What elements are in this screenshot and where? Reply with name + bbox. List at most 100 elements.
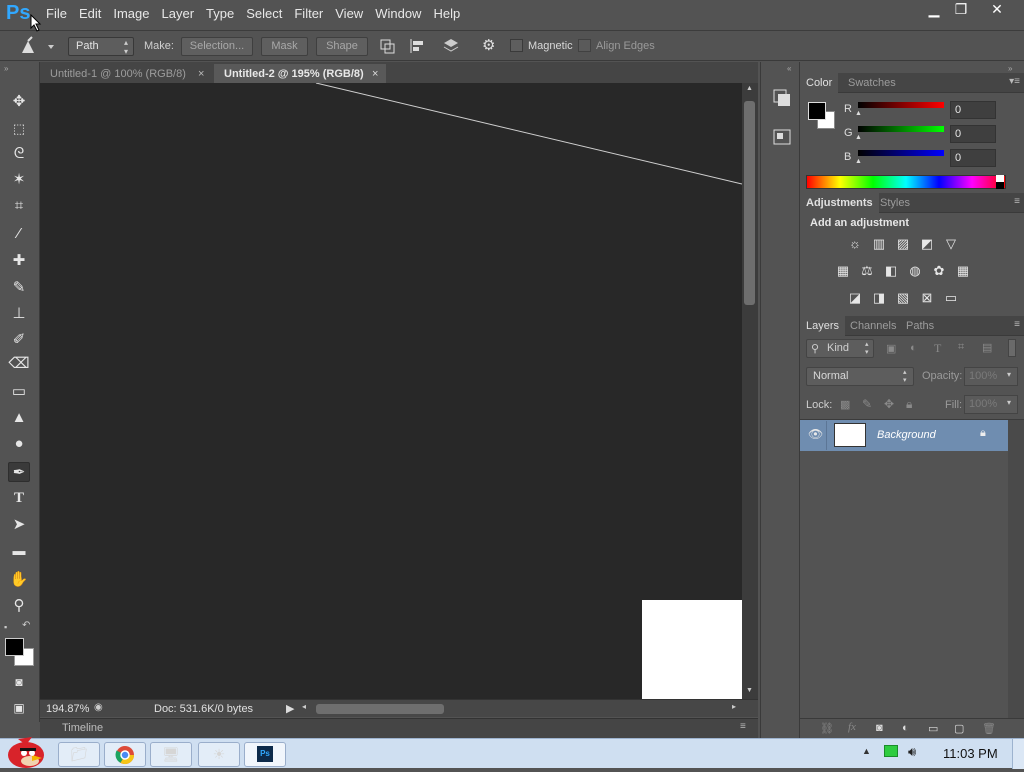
taskbar-clock[interactable]: 11:03 PM: [943, 746, 998, 761]
channel-mixer-icon[interactable]: ✿: [931, 264, 947, 278]
path-alignment-icon[interactable]: [408, 37, 428, 55]
opacity-field[interactable]: 100% ▾: [964, 367, 1018, 386]
lock-image-icon[interactable]: ✎: [862, 397, 872, 411]
default-colors-icon[interactable]: ▪: [4, 622, 7, 632]
menu-file[interactable]: File: [46, 6, 78, 21]
collapse-panels-icon[interactable]: »: [1008, 64, 1012, 73]
selective-color-icon[interactable]: ⊠: [919, 291, 935, 305]
photo-filter-icon[interactable]: ◍: [907, 264, 923, 278]
dodge-tool-icon[interactable]: ●: [8, 434, 30, 454]
magnetic-checkbox[interactable]: [510, 39, 523, 52]
scroll-right-icon[interactable]: ▸: [732, 702, 736, 711]
make-shape-button[interactable]: Shape: [316, 37, 368, 56]
slider-thumb[interactable]: ▲: [855, 110, 862, 117]
path-operations-icon[interactable]: [378, 37, 398, 55]
tab-paths[interactable]: Paths: [900, 316, 940, 336]
make-mask-button[interactable]: Mask: [261, 37, 308, 56]
color-balance-icon[interactable]: ⚖: [859, 264, 875, 278]
collapse-toolbox-icon[interactable]: »: [4, 64, 8, 73]
slider-thumb[interactable]: ▲: [855, 158, 862, 165]
tab-untitled-1[interactable]: Untitled-1 @ 100% (RGB/8) ×: [40, 64, 212, 84]
vertical-scroll-thumb[interactable]: [744, 101, 755, 305]
type-tool-icon[interactable]: T: [8, 488, 30, 508]
path-selection-tool-icon[interactable]: ➤: [8, 515, 30, 535]
red-value[interactable]: 0: [950, 101, 996, 119]
eye-visibility-icon[interactable]: 👁︎: [808, 427, 823, 441]
battery-icon[interactable]: [884, 745, 898, 757]
clone-stamp-tool-icon[interactable]: ⊥: [8, 304, 30, 324]
layers-scrollbar[interactable]: [1008, 420, 1024, 720]
tab-styles[interactable]: Styles: [874, 193, 916, 213]
menu-filter[interactable]: Filter: [294, 6, 334, 21]
link-layers-icon[interactable]: ⛓︎: [820, 722, 834, 735]
brush-tool-icon[interactable]: ✎: [8, 278, 30, 298]
tab-close-icon[interactable]: ×: [372, 64, 378, 84]
layer-thumbnail[interactable]: [834, 423, 866, 447]
close-button[interactable]: ✕: [980, 0, 1014, 18]
blend-mode-select[interactable]: Normal ▴ ▾: [806, 367, 914, 386]
magic-wand-tool-icon[interactable]: ✶: [8, 170, 30, 190]
screen-mode-icon[interactable]: ▣: [8, 698, 30, 718]
menu-image[interactable]: Image: [113, 6, 160, 21]
color-lookup-icon[interactable]: ▦: [955, 264, 971, 278]
align-edges-checkbox[interactable]: [578, 39, 591, 52]
new-group-icon[interactable]: ▭: [928, 722, 938, 735]
taskbar-explorer-icon[interactable]: 📁︎: [58, 742, 100, 767]
menu-view[interactable]: View: [335, 6, 374, 21]
green-slider[interactable]: [858, 126, 944, 132]
foreground-color-swatch[interactable]: [5, 638, 24, 656]
blue-value[interactable]: 0: [950, 149, 996, 167]
panel-menu-icon[interactable]: ▾≡: [1009, 76, 1020, 87]
new-layer-icon[interactable]: ▢: [954, 722, 964, 735]
new-adjustment-layer-icon[interactable]: ◐: [902, 722, 909, 734]
filter-pixel-icon[interactable]: ▣: [886, 342, 896, 355]
timeline-menu-icon[interactable]: ≡: [740, 721, 746, 732]
menu-edit[interactable]: Edit: [79, 6, 112, 21]
taskbar-chrome-icon[interactable]: [104, 742, 146, 767]
volume-icon[interactable]: 🔊︎: [908, 744, 916, 760]
layer-name[interactable]: Background: [877, 429, 936, 441]
menu-help[interactable]: Help: [433, 6, 471, 21]
slider-thumb[interactable]: ▲: [855, 134, 862, 141]
zoom-level[interactable]: 194.87%: [46, 703, 89, 715]
horizontal-scroll-thumb[interactable]: [316, 704, 444, 714]
crop-tool-icon[interactable]: ⌗: [8, 196, 30, 216]
panel-menu-icon[interactable]: ≡: [1014, 196, 1020, 207]
layer-filter-select[interactable]: ⚲ Kind ▴ ▾: [806, 339, 874, 358]
filter-smart-object-icon[interactable]: ▤: [982, 341, 992, 354]
start-button-angry-bird-icon[interactable]: [4, 731, 48, 769]
green-value[interactable]: 0: [950, 125, 996, 143]
delete-layer-icon[interactable]: 🗑︎: [982, 722, 996, 735]
lock-transparent-icon[interactable]: ▩: [840, 398, 850, 411]
layer-style-icon[interactable]: fx: [848, 721, 856, 733]
spectrum-white[interactable]: [996, 175, 1004, 182]
show-desktop-button[interactable]: [1012, 739, 1024, 769]
history-panel-icon[interactable]: [771, 86, 793, 108]
filter-adjustment-icon[interactable]: ◐: [910, 342, 917, 354]
tab-swatches[interactable]: Swatches: [842, 73, 902, 93]
lock-all-icon[interactable]: 🔒︎: [906, 397, 912, 412]
tab-close-icon[interactable]: ×: [198, 64, 204, 84]
menu-layer[interactable]: Layer: [162, 6, 206, 21]
gradient-tool-icon[interactable]: ▭: [8, 382, 30, 402]
exposure-icon[interactable]: ◩: [919, 237, 935, 251]
spectrum-black[interactable]: [996, 182, 1004, 189]
gear-icon[interactable]: ⚙: [482, 37, 504, 55]
layer-row-background[interactable]: 👁︎ Background 🔒︎: [800, 420, 1008, 451]
red-slider[interactable]: [858, 102, 944, 108]
properties-panel-icon[interactable]: [771, 126, 793, 148]
eyedropper-tool-icon[interactable]: ⁄: [8, 224, 30, 244]
chevron-down-icon[interactable]: ▾: [1007, 370, 1011, 379]
levels-icon[interactable]: ▥: [871, 237, 887, 251]
document-canvas[interactable]: [40, 83, 742, 700]
marquee-tool-icon[interactable]: ⬚: [8, 119, 30, 139]
color-fg-swatch[interactable]: [808, 102, 826, 120]
taskbar-sun-app-icon[interactable]: ☀: [198, 742, 240, 767]
taskbar-photoshop-icon[interactable]: Ps: [244, 742, 286, 767]
move-tool-icon[interactable]: ✥: [8, 92, 30, 112]
collapse-dock-icon[interactable]: «: [787, 64, 791, 73]
lasso-tool-icon[interactable]: ᘓ: [8, 144, 30, 164]
add-mask-icon[interactable]: ◙: [876, 722, 883, 734]
tab-adjustments[interactable]: Adjustments: [800, 193, 879, 213]
show-hidden-icons-icon[interactable]: ▲: [862, 746, 871, 756]
